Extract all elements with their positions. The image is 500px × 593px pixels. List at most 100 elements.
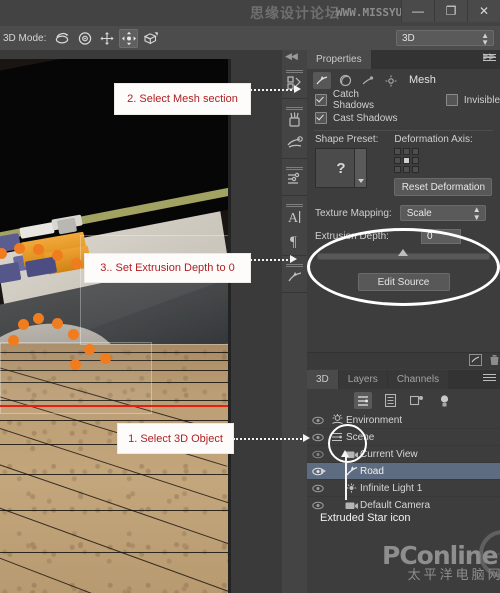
texture-mapping-select[interactable]: Scale ▲▼ (400, 205, 486, 221)
list-item-default-camera[interactable]: Default Camera (307, 497, 500, 513)
drag-handle-icon[interactable] (286, 162, 303, 166)
catch-shadows-checkbox[interactable] (315, 94, 327, 106)
environment-tab[interactable] (382, 72, 400, 89)
slide-3d-mode-button[interactable] (119, 29, 138, 48)
document-content (0, 59, 228, 593)
texture-mapping-row: Texture Mapping: Scale ▲▼ (307, 205, 500, 221)
window-controls: — ❐ ✕ (401, 0, 500, 22)
lights-tab[interactable] (359, 72, 377, 89)
brush-presets-icon[interactable] (283, 108, 306, 131)
filter-materials-icon[interactable] (408, 392, 426, 409)
filter-lights-icon[interactable] (435, 392, 453, 409)
visibility-eye-icon[interactable] (307, 416, 329, 425)
rail-group: A ¶ (282, 196, 307, 256)
disclosure-triangle-icon[interactable] (321, 468, 326, 474)
cast-shadows-label: Cast Shadows (333, 113, 397, 124)
anchor-dot (33, 244, 44, 255)
close-button[interactable]: ✕ (467, 0, 500, 22)
materials-tab[interactable] (336, 72, 354, 89)
tool-presets-icon[interactable] (283, 131, 306, 154)
tab-properties[interactable]: Properties (307, 50, 372, 69)
watermark-brand-cn: 太平洋电脑网 (382, 569, 500, 582)
list-item-label: Default Camera (360, 500, 430, 511)
properties-subtabs: Mesh (307, 69, 500, 91)
axis-cell-selected[interactable] (403, 157, 410, 164)
invisible-checkbox[interactable] (446, 94, 458, 106)
deformation-axis-grid[interactable] (394, 148, 492, 173)
mesh-tab[interactable] (313, 72, 331, 89)
anchor-dot (33, 313, 44, 324)
axis-cell[interactable] (412, 148, 419, 155)
drag-handle-icon[interactable] (286, 199, 303, 203)
filter-scene-icon[interactable] (354, 392, 372, 409)
roll-3d-mode-button[interactable] (75, 29, 94, 48)
restore-button[interactable]: ❐ (434, 0, 467, 22)
tab-channels[interactable]: Channels (388, 370, 449, 389)
texture-mapping-value: Scale (407, 208, 432, 219)
callout-step-1: 1. Select 3D Object (118, 424, 233, 453)
visibility-eye-icon[interactable] (307, 450, 329, 459)
pconline-watermark: PConline.com.cn 太平洋电脑网 (382, 543, 500, 582)
properties-panel: Properties ▶▶ Mesh (307, 50, 500, 368)
list-item-label: Environment (346, 415, 402, 426)
callout-step-2: 2. Select Mesh section (115, 84, 250, 114)
tab-3d[interactable]: 3D (307, 370, 339, 389)
axis-cell[interactable] (394, 166, 401, 173)
workspace-select[interactable]: 3D ▲▼ (396, 30, 494, 46)
tab-layers[interactable]: Layers (339, 370, 388, 389)
anchor-dot (52, 318, 63, 329)
3d-icon[interactable] (283, 265, 306, 288)
catch-shadows-row: Catch Shadows Invisible (307, 91, 500, 109)
shape-preset-label: Shape Preset: (315, 134, 378, 145)
paragraph-icon[interactable]: ¶ (283, 228, 306, 251)
shape-preset-dropdown-arrow[interactable] (354, 149, 366, 187)
collapsed-panel-rail: ◀◀ (282, 50, 308, 593)
anchor-dot (84, 344, 95, 355)
reset-deformation-button[interactable]: Reset Deformation (394, 178, 492, 196)
visibility-eye-icon[interactable] (307, 433, 329, 442)
panel-menu-icon[interactable] (483, 54, 496, 64)
orbit-3d-mode-button[interactable] (53, 29, 72, 48)
axis-cell[interactable] (394, 148, 401, 155)
shape-preset-group: Shape Preset: ? (315, 134, 378, 196)
catch-shadows-label: Catch Shadows (333, 89, 402, 111)
3d-mode-buttons (53, 29, 160, 48)
deformation-axis-group: Deformation Axis: Reset Deformation (394, 134, 492, 196)
leader-line-step-3 (250, 259, 292, 261)
drag-handle-icon[interactable] (286, 65, 303, 69)
minimize-button[interactable]: — (401, 0, 434, 22)
scale-3d-mode-button[interactable] (141, 29, 160, 48)
axis-cell[interactable] (412, 166, 419, 173)
leader-line-star (345, 455, 347, 500)
axis-cell[interactable] (403, 166, 410, 173)
cast-shadows-checkbox[interactable] (315, 112, 327, 124)
list-item-label: Infinite Light 1 (360, 483, 422, 494)
list-item-road[interactable]: Road (307, 463, 500, 480)
chevron-updown-icon: ▲▼ (473, 206, 481, 222)
options-bar: 3D Mode: 3D ▲▼ (0, 26, 500, 51)
panel-menu-icon[interactable] (483, 374, 496, 384)
character-icon[interactable]: A (283, 205, 306, 228)
star-icon-label: Extruded Star icon (320, 512, 411, 524)
document-canvas[interactable] (0, 50, 282, 593)
pan-3d-mode-button[interactable] (97, 29, 116, 48)
list-item-infinite-light[interactable]: Infinite Light 1 (307, 480, 500, 497)
histogram-icon[interactable] (283, 168, 306, 191)
axis-cell[interactable] (394, 157, 401, 164)
visibility-eye-icon[interactable] (307, 501, 329, 510)
cast-shadows-row: Cast Shadows (307, 109, 500, 127)
delete-mesh-icon[interactable] (489, 354, 500, 369)
horizon-line (0, 405, 228, 407)
filter-meshes-icon[interactable] (381, 392, 399, 409)
expand-dock-icon[interactable]: ◀◀ (285, 51, 297, 62)
anchor-dot (8, 335, 19, 346)
axis-cell[interactable] (403, 148, 410, 155)
axis-cell[interactable] (412, 157, 419, 164)
new-mesh-icon[interactable] (469, 354, 482, 369)
visibility-eye-icon[interactable] (307, 484, 329, 493)
3d-mode-label: 3D Mode: (3, 33, 46, 44)
shape-preset-picker[interactable]: ? (315, 148, 367, 188)
photoshop-window: 思缘设计论坛 WWW.MISSYUAN.COM — ❐ ✕ 3D Mode: (0, 0, 500, 593)
rail-group (282, 159, 307, 196)
list-item-label: Current View (360, 449, 418, 460)
